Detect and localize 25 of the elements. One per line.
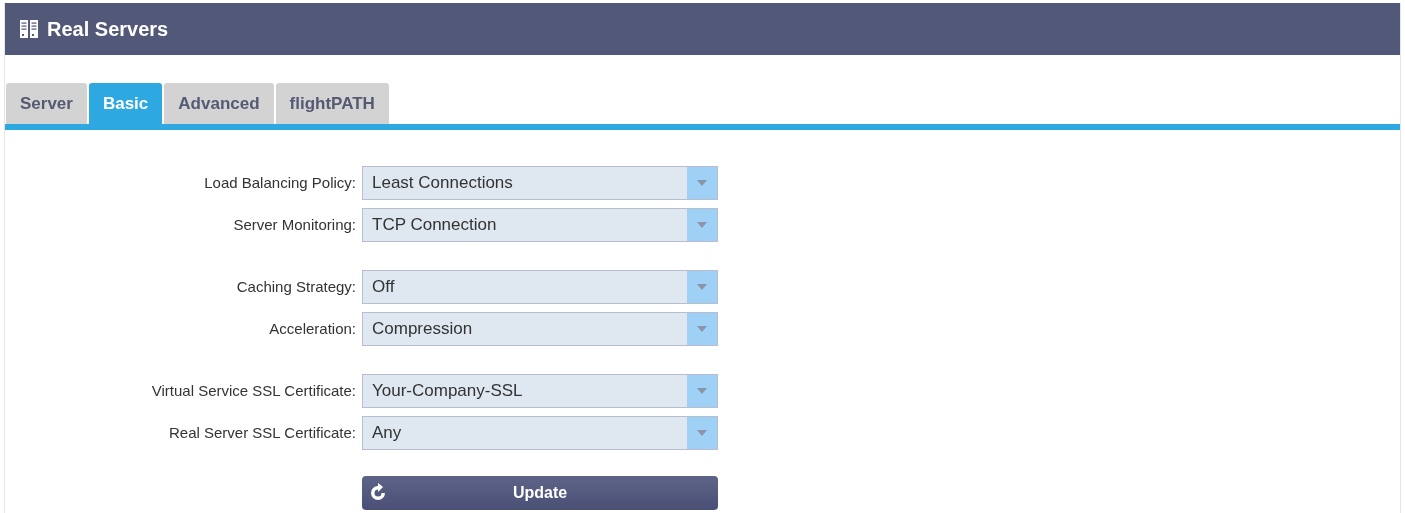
caret-icon	[697, 222, 707, 228]
tab[interactable]: Advanced	[164, 83, 274, 124]
caret-icon	[697, 388, 707, 394]
tab[interactable]: flightPATH	[275, 83, 389, 124]
update-button[interactable]: Update	[362, 476, 718, 510]
field-label: Acceleration:	[268, 318, 357, 339]
caret-icon	[697, 430, 707, 436]
server-icon	[19, 19, 39, 39]
dropdown[interactable]: Compression	[362, 312, 718, 346]
caret-icon	[697, 326, 707, 332]
caret-icon	[697, 284, 707, 290]
dropdown[interactable]: Any	[362, 416, 718, 450]
refresh-icon	[368, 483, 388, 503]
field-label: Server Monitoring:	[232, 214, 357, 235]
dropdown[interactable]: TCP Connection	[362, 208, 718, 242]
field-label: Caching Strategy:	[235, 276, 357, 297]
field-label: Load Balancing Policy:	[203, 172, 357, 193]
panel-title: Real Servers	[47, 17, 169, 42]
field-label: Virtual Service SSL Certificate:	[150, 380, 357, 401]
dropdown[interactable]: Your-Company-SSL	[362, 374, 718, 408]
dropdown[interactable]: Off	[362, 270, 718, 304]
tab[interactable]: Server	[6, 83, 87, 124]
field-label: Real Server SSL Certificate:	[167, 422, 357, 443]
caret-icon	[697, 180, 707, 186]
dropdown[interactable]: Least Connections	[362, 166, 718, 200]
